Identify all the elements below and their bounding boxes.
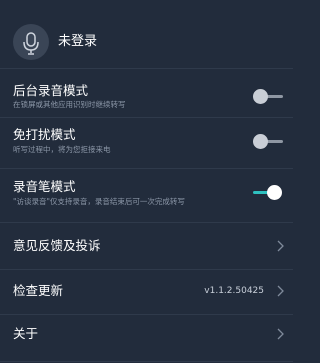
chevron-right-icon bbox=[277, 285, 284, 297]
menu-check-update[interactable]: 检查更新 v1.1.2.50425 bbox=[0, 270, 293, 315]
setting-background-recording: 后台录音模式 在锁屏或其他应用识别时继续转写 bbox=[0, 69, 293, 118]
profile-header[interactable]: 未登录 bbox=[0, 0, 293, 69]
recorder-pen-toggle[interactable] bbox=[253, 185, 283, 201]
setting-subtitle: "访谈录音"仅支持录音，录音结束后可一次完成转写 bbox=[13, 197, 185, 206]
setting-subtitle: 听写过程中，将为您拒接来电 bbox=[13, 145, 111, 154]
setting-title: 免打扰模式 bbox=[13, 127, 76, 142]
setting-title: 录音笔模式 bbox=[13, 179, 76, 194]
setting-do-not-disturb: 免打扰模式 听写过程中，将为您拒接来电 bbox=[0, 118, 293, 169]
toggle-knob bbox=[253, 89, 268, 104]
toggle-knob bbox=[267, 185, 282, 200]
toggle-knob bbox=[253, 134, 268, 149]
setting-recorder-pen: 录音笔模式 "访谈录音"仅支持录音，录音结束后可一次完成转写 bbox=[0, 169, 293, 223]
microphone-avatar-icon[interactable] bbox=[13, 24, 49, 60]
setting-subtitle: 在锁屏或其他应用识别时继续转写 bbox=[13, 100, 126, 109]
version-label: v1.1.2.50425 bbox=[204, 286, 264, 296]
username-label[interactable]: 未登录 bbox=[58, 34, 97, 50]
chevron-right-icon bbox=[277, 240, 284, 252]
background-recording-toggle[interactable] bbox=[253, 89, 283, 105]
menu-label: 意见反馈及投诉 bbox=[13, 238, 101, 253]
menu-about[interactable]: 关于 bbox=[0, 315, 293, 362]
setting-title: 后台录音模式 bbox=[13, 83, 89, 98]
menu-feedback[interactable]: 意见反馈及投诉 bbox=[0, 223, 293, 270]
menu-label: 检查更新 bbox=[13, 283, 64, 298]
do-not-disturb-toggle[interactable] bbox=[253, 134, 283, 150]
menu-label: 关于 bbox=[13, 326, 39, 341]
chevron-right-icon bbox=[277, 328, 284, 340]
